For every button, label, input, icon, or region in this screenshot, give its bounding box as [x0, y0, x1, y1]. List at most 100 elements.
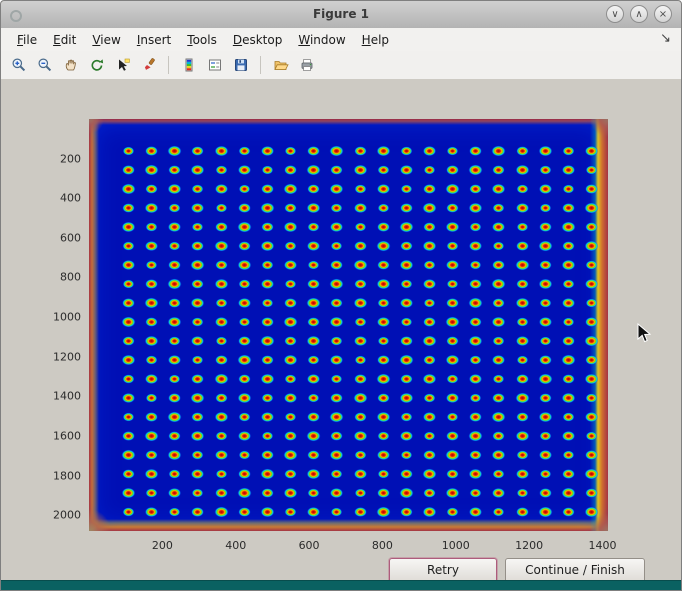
- heat-spot: [470, 488, 482, 497]
- heat-spot: [285, 507, 297, 516]
- pan-icon[interactable]: [60, 55, 81, 76]
- menu-insert[interactable]: Insert: [129, 30, 179, 50]
- heat-spot: [493, 242, 504, 251]
- heat-spot: [330, 412, 344, 423]
- save-icon[interactable]: [230, 55, 251, 76]
- heat-spot: [192, 146, 204, 156]
- brush-icon[interactable]: [138, 55, 159, 76]
- heat-spot: [377, 204, 388, 213]
- print-icon[interactable]: [296, 55, 317, 76]
- heat-spot: [423, 374, 437, 385]
- heat-spot: [539, 184, 552, 194]
- heat-spot: [145, 317, 157, 327]
- menu-help[interactable]: Help: [354, 30, 397, 50]
- heat-spot: [400, 298, 413, 308]
- heat-spot: [331, 508, 342, 517]
- heat-spot: [400, 165, 413, 175]
- heat-spot: [238, 203, 251, 213]
- heat-spot: [562, 469, 575, 479]
- heat-spot: [446, 469, 458, 479]
- heat-spot: [331, 375, 342, 384]
- heat-spot: [539, 488, 552, 498]
- zoom-out-icon[interactable]: [34, 55, 55, 76]
- colorbar-icon[interactable]: [178, 55, 199, 76]
- heat-spot: [469, 412, 482, 422]
- heat-spot: [539, 450, 552, 460]
- heat-spot: [307, 431, 321, 442]
- heat-spot: [424, 432, 435, 441]
- heat-spot: [145, 298, 159, 309]
- data-cursor-icon[interactable]: [112, 55, 133, 76]
- heat-spot: [423, 241, 437, 252]
- heat-spot: [354, 450, 366, 459]
- heat-spot: [400, 146, 412, 155]
- heat-spot: [122, 222, 136, 233]
- heat-spot: [330, 317, 344, 328]
- heat-spot: [423, 450, 436, 460]
- heat-spot: [284, 203, 296, 213]
- heat-spot: [354, 374, 367, 384]
- x-tick-label: 1000: [442, 539, 470, 552]
- heat-spot: [308, 222, 320, 231]
- image-plot[interactable]: [89, 119, 608, 531]
- heat-spot: [423, 317, 436, 327]
- shade-button[interactable]: ∨: [606, 5, 624, 23]
- heat-spot: [238, 165, 251, 175]
- heat-spot: [469, 431, 483, 442]
- heat-spot: [330, 260, 343, 270]
- heat-spot: [122, 203, 134, 213]
- rotate-icon[interactable]: [86, 55, 107, 76]
- heat-spot: [261, 184, 274, 194]
- heat-spot: [584, 203, 598, 214]
- heat-spot: [376, 279, 390, 290]
- menu-view[interactable]: View: [84, 30, 128, 50]
- heat-spot: [261, 241, 275, 252]
- heat-spot: [539, 204, 550, 213]
- heat-spot: [423, 507, 437, 518]
- maximize-button[interactable]: ∧: [630, 5, 648, 23]
- heat-spot: [238, 279, 250, 288]
- zoom-in-icon[interactable]: [8, 55, 29, 76]
- title-bar[interactable]: Figure 1 ∨∧×: [1, 1, 681, 29]
- heat-spot: [377, 317, 390, 327]
- heat-spot: [307, 165, 321, 176]
- y-tick-label: 800: [60, 271, 81, 284]
- heat-spot: [308, 261, 319, 270]
- heat-spot: [515, 298, 529, 309]
- y-tick-label: 1800: [53, 469, 81, 482]
- heat-spot: [538, 374, 552, 385]
- heat-spot: [354, 356, 365, 365]
- heatmap-plate: [89, 119, 608, 531]
- heat-spot: [516, 450, 528, 459]
- heat-spot: [562, 241, 574, 251]
- menu-tools[interactable]: Tools: [179, 30, 225, 50]
- heat-spot: [400, 374, 412, 384]
- heat-spot: [191, 431, 205, 442]
- heat-spot: [469, 146, 482, 156]
- heat-spot: [284, 298, 297, 308]
- heat-spot: [215, 488, 228, 498]
- heat-spot: [145, 450, 157, 460]
- open-icon[interactable]: [270, 55, 291, 76]
- heat-spot: [516, 223, 527, 232]
- heat-spot: [493, 336, 505, 345]
- close-button[interactable]: ×: [654, 5, 672, 23]
- heat-spot: [516, 507, 529, 517]
- heat-spot: [424, 260, 436, 269]
- heat-spot: [215, 450, 228, 460]
- heat-spot: [470, 222, 482, 231]
- heat-spot: [169, 242, 180, 251]
- menu-edit[interactable]: Edit: [45, 30, 84, 50]
- figure-window: Figure 1 ∨∧× FileEditViewInsertToolsDesk…: [0, 0, 682, 591]
- heat-spot: [376, 241, 390, 252]
- menu-window[interactable]: Window: [290, 30, 353, 50]
- dock-figure-icon[interactable]: ↘: [660, 31, 671, 46]
- heat-spot: [446, 298, 459, 308]
- heat-spot: [447, 147, 458, 156]
- menu-file[interactable]: File: [9, 30, 45, 50]
- menu-desktop[interactable]: Desktop: [225, 30, 291, 50]
- legend-icon[interactable]: [204, 55, 225, 76]
- heat-spot: [308, 317, 320, 327]
- heat-spot: [353, 393, 367, 404]
- heat-spot: [353, 298, 367, 309]
